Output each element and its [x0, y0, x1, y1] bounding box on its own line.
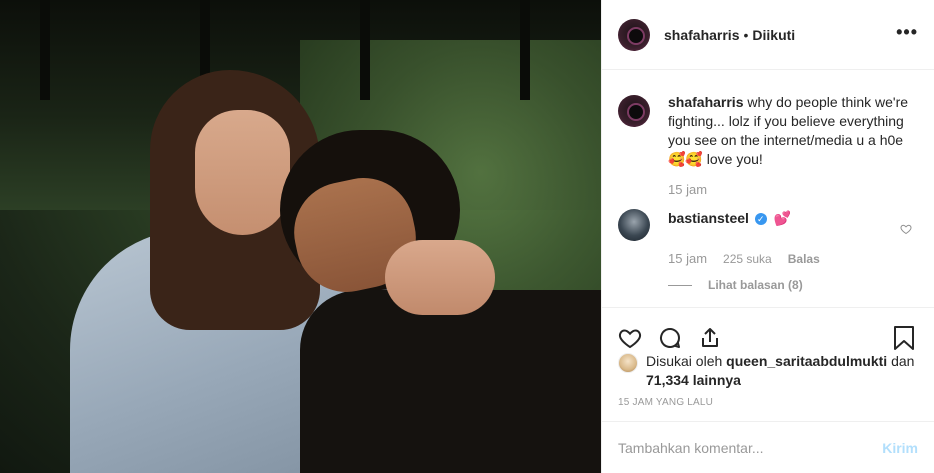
liker-avatar[interactable] — [618, 353, 638, 373]
verified-badge-icon: ✓ — [754, 213, 767, 226]
add-comment-bar: Kirim — [602, 421, 934, 473]
comment-input[interactable] — [618, 439, 883, 456]
post-header: shafaharris • Diikuti ••• — [602, 0, 934, 70]
caption-time[interactable]: 15 jam — [668, 182, 918, 197]
comment-meta: 15 jam 225 suka Balas — [668, 251, 918, 266]
comment-time[interactable]: 15 jam — [668, 251, 707, 266]
like-icon[interactable] — [616, 324, 644, 352]
caption: shafaharris why do people think we're fi… — [618, 93, 918, 169]
photo-subject — [385, 240, 495, 315]
comment-body: bastiansteel ✓ 💕 — [668, 209, 791, 241]
post-actions — [602, 307, 934, 357]
post-photo[interactable] — [0, 0, 601, 473]
replies-divider — [668, 284, 692, 286]
caption-text-end: love you! — [706, 151, 763, 167]
photo-subject — [195, 110, 290, 235]
caption-emoji: 🥰🥰 — [668, 151, 703, 167]
more-options-icon[interactable]: ••• — [896, 22, 918, 43]
reply-button[interactable]: Balas — [788, 252, 820, 266]
post-details-panel: shafaharris • Diikuti ••• shafaharris wh… — [601, 0, 934, 473]
likes-count[interactable]: 71,334 lainnya — [646, 372, 741, 388]
post-timestamp[interactable]: 15 JAM YANG LALU — [618, 397, 713, 408]
comment-icon[interactable] — [656, 324, 684, 352]
comments-list[interactable]: shafaharris why do people think we're fi… — [602, 71, 934, 307]
author-avatar[interactable] — [618, 18, 650, 51]
comment-text: 💕 — [773, 210, 792, 226]
comment-item: bastiansteel ✓ 💕 — [618, 209, 918, 241]
author-username[interactable]: shafaharris — [664, 27, 739, 43]
caption-username[interactable]: shafaharris — [668, 94, 743, 110]
photo-detail — [520, 0, 530, 100]
bookmark-icon[interactable] — [890, 324, 918, 352]
caption-avatar[interactable] — [618, 95, 650, 127]
likes-prefix: Disukai oleh — [646, 353, 723, 369]
likes-text: Disukai oleh queen_saritaabdulmukti dan … — [646, 352, 914, 390]
send-button[interactable]: Kirim — [882, 440, 918, 456]
likes-conjunction: dan — [891, 353, 915, 369]
likes-summary: Disukai oleh queen_saritaabdulmukti dan … — [618, 352, 918, 390]
caption-body: shafaharris why do people think we're fi… — [668, 93, 918, 169]
commenter-avatar[interactable] — [618, 209, 650, 241]
header-separator: • — [743, 26, 749, 43]
liker-username[interactable]: queen_saritaabdulmukti — [726, 353, 887, 369]
view-replies-button[interactable]: Lihat balasan (8) — [668, 278, 918, 292]
photo-detail — [360, 0, 370, 100]
photo-detail — [40, 0, 50, 100]
comment-like-icon[interactable] — [900, 223, 912, 235]
photo-subject — [300, 290, 601, 473]
comment-likes[interactable]: 225 suka — [723, 252, 772, 266]
share-icon[interactable] — [696, 324, 724, 352]
view-replies-label: Lihat balasan (8) — [708, 278, 803, 292]
commenter-username[interactable]: bastiansteel — [668, 210, 749, 226]
follow-status-button[interactable]: Diikuti — [752, 27, 795, 43]
